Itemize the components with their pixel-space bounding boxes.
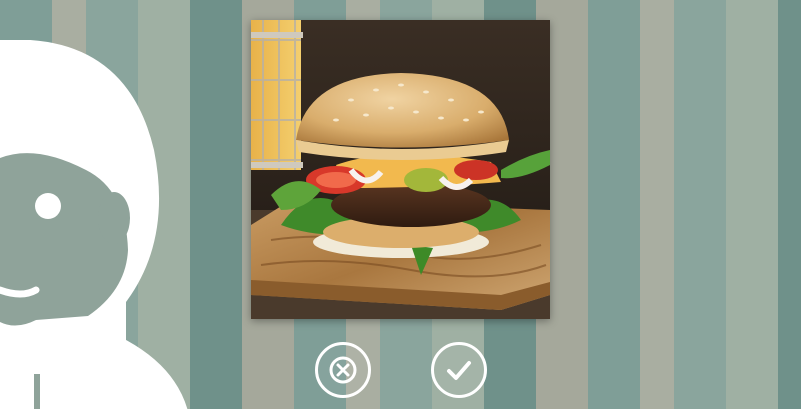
close-icon xyxy=(329,356,357,384)
checkmark-icon xyxy=(447,361,471,380)
reject-button[interactable] xyxy=(315,342,371,398)
person-silhouette-icon xyxy=(0,40,188,409)
photo-review-screen xyxy=(0,0,801,409)
burger-image xyxy=(251,20,550,319)
accept-button[interactable] xyxy=(431,342,487,398)
burger-photo xyxy=(251,20,550,319)
